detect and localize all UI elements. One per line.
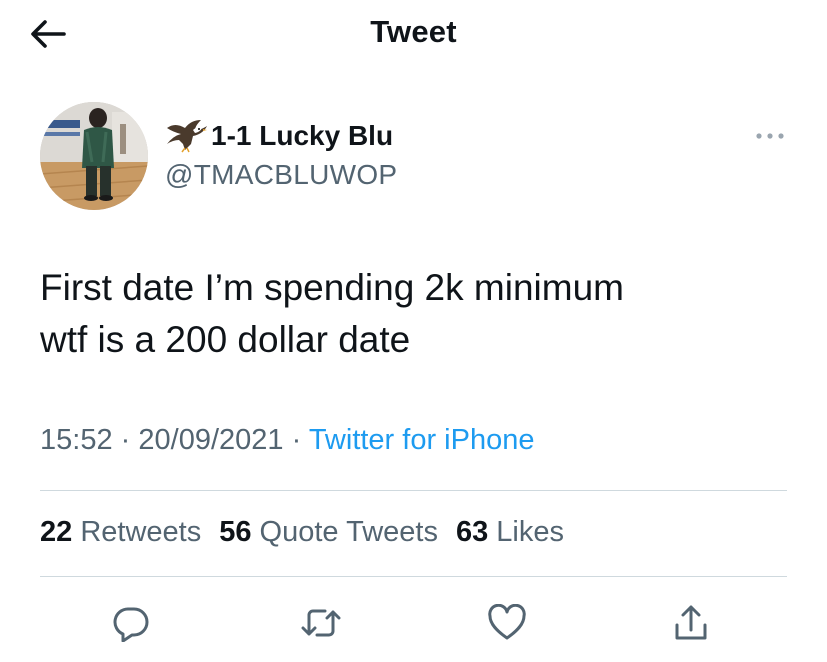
- tweet-time[interactable]: 15:52: [40, 424, 113, 456]
- tweet-meta: 15:52 · 20/09/2021 · Twitter for iPhone: [40, 424, 534, 457]
- page-title: Tweet: [370, 14, 457, 49]
- quote-tweets-count: 56: [219, 516, 252, 548]
- divider: [40, 490, 787, 491]
- reply-icon: [113, 607, 149, 642]
- engagement-stats: 22 Retweets 56 Quote Tweets 63 Likes: [40, 516, 564, 549]
- eagle-icon: [167, 120, 207, 153]
- likes-label: Likes: [496, 516, 564, 548]
- avatar-photo: [40, 102, 148, 210]
- tweet-source-link[interactable]: Twitter for iPhone: [309, 424, 535, 456]
- top-bar: Tweet: [0, 0, 827, 70]
- tweet-text: First date I’m spending 2k minimum wtf i…: [40, 262, 800, 366]
- retweet-button[interactable]: [296, 598, 346, 648]
- display-name-row[interactable]: 1-1 Lucky Blu: [165, 117, 397, 155]
- retweet-icon: [301, 609, 341, 637]
- retweets-stat[interactable]: 22 Retweets: [40, 516, 201, 549]
- tweet-text-line: First date I’m spending 2k minimum: [40, 267, 624, 308]
- display-name: 1-1 Lucky Blu: [211, 120, 394, 151]
- meta-separator: ·: [120, 424, 131, 456]
- action-bar: [0, 598, 827, 648]
- more-dots-icon: [756, 133, 784, 139]
- quote-tweets-stat[interactable]: 56 Quote Tweets: [219, 516, 438, 549]
- more-options-button[interactable]: [750, 124, 790, 148]
- retweets-label: Retweets: [80, 516, 202, 548]
- reply-button[interactable]: [106, 598, 156, 648]
- tweet-date[interactable]: 20/09/2021: [138, 424, 283, 456]
- like-button[interactable]: [482, 598, 532, 648]
- likes-count: 63: [455, 516, 489, 548]
- user-handle[interactable]: @TMACBLUWOP: [165, 158, 397, 192]
- avatar[interactable]: [40, 102, 148, 210]
- divider: [40, 576, 787, 577]
- retweets-count: 22: [40, 516, 73, 548]
- tweet-text-line: wtf is a 200 dollar date: [40, 319, 411, 360]
- share-icon: [675, 605, 707, 640]
- like-icon: [488, 604, 526, 640]
- meta-separator: ·: [291, 424, 302, 456]
- author-info: 1-1 Lucky Blu @TMACBLUWOP: [165, 117, 397, 192]
- likes-stat[interactable]: 63 Likes: [456, 516, 564, 549]
- share-button[interactable]: [666, 598, 716, 648]
- quote-tweets-label: Quote Tweets: [259, 516, 438, 548]
